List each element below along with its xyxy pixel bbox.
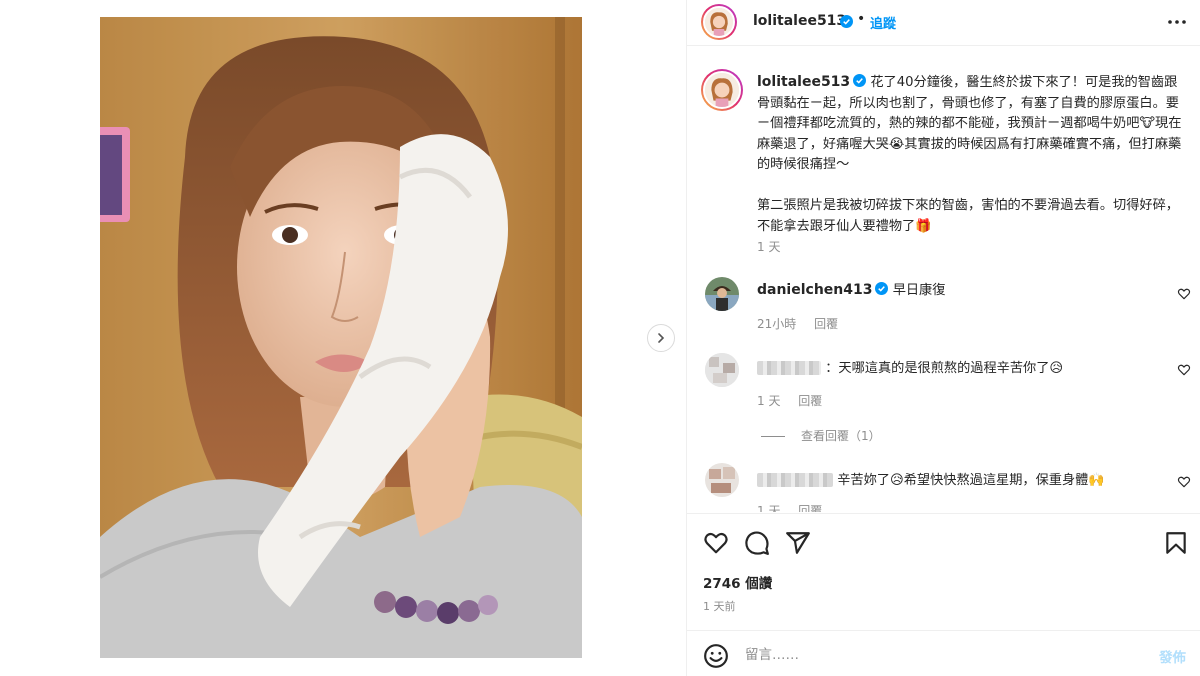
comment-time: 21小時	[757, 317, 797, 331]
share-icon[interactable]	[785, 530, 811, 556]
post-actions: 2746 個讚 1 天前	[687, 513, 1200, 623]
caption-author-avatar[interactable]	[701, 69, 743, 111]
media-area	[0, 0, 686, 676]
comment-like-heart-icon[interactable]	[1177, 363, 1191, 377]
post-timestamp[interactable]: 1 天前	[703, 598, 736, 614]
caption-timestamp: 1 天	[757, 240, 781, 254]
author-username[interactable]: lolitalee513	[753, 13, 846, 29]
post-caption: lolitalee513 花了40分鐘後，醫生終於拔下來了！可是我的智齒跟骨頭黏…	[757, 72, 1185, 237]
comment-meta: 1 天 回覆	[757, 392, 836, 409]
chevron-right-icon	[658, 333, 665, 343]
blurred-username	[757, 473, 833, 487]
comment-time: 1 天	[757, 504, 781, 512]
reply-button[interactable]: 回覆	[798, 394, 822, 408]
add-comment-bar: 發佈	[687, 630, 1200, 676]
follow-button[interactable]: 追蹤	[870, 13, 896, 32]
carousel-next-button[interactable]	[647, 324, 675, 352]
comment-item: ：天哪這真的是很煎熬的過程辛苦你了😥	[757, 357, 1063, 376]
verified-badge-icon	[840, 15, 853, 28]
post-header: lolitalee513 • 追蹤	[687, 0, 1200, 46]
avatar-blurred-icon	[705, 463, 739, 497]
heart-icon[interactable]	[703, 530, 729, 556]
author-avatar[interactable]	[701, 4, 737, 40]
post-photo-image	[100, 17, 582, 658]
avatar-cartoon-icon	[705, 8, 733, 36]
avatar-cartoon-icon	[705, 73, 739, 107]
post-panel: lolitalee513 • 追蹤 lolitalee513 花了40分鐘後，醫…	[686, 0, 1200, 676]
post-photo[interactable]	[100, 17, 582, 658]
view-replies-line	[761, 436, 785, 437]
comment-like-heart-icon[interactable]	[1177, 475, 1191, 489]
post-comment-button[interactable]: 發佈	[1159, 646, 1186, 666]
comment-text: 辛苦妳了😥希望快快熬過這星期，保重身體🙌	[837, 473, 1105, 488]
like-count[interactable]: 2746 個讚	[703, 572, 772, 592]
verified-badge-icon	[875, 282, 889, 295]
commenter-avatar[interactable]	[705, 353, 739, 387]
comment-text: 早日康復	[892, 283, 946, 298]
caption-text: 花了40分鐘後，醫生終於拔下來了！可是我的智齒跟骨頭黏在ㄧ起，所以肉也割了，骨頭…	[757, 75, 1182, 234]
avatar-photo-icon	[705, 277, 739, 311]
comment-icon[interactable]	[744, 530, 770, 556]
commenter-avatar[interactable]	[705, 277, 739, 311]
bookmark-icon[interactable]	[1163, 530, 1189, 556]
comment-meta: 21小時 回覆	[757, 315, 852, 332]
comment-username[interactable]: danielchen413	[757, 282, 872, 298]
comment-item: danielchen413 早日康復	[757, 279, 945, 298]
comment-like-heart-icon[interactable]	[1177, 287, 1191, 301]
comment-item: 辛苦妳了😥希望快快熬過這星期，保重身體🙌	[757, 469, 1105, 488]
separator-dot: •	[857, 11, 866, 27]
comment-input[interactable]	[745, 643, 1125, 667]
avatar-blurred-icon	[705, 353, 739, 387]
caption-username[interactable]: lolitalee513	[757, 74, 850, 90]
reply-button[interactable]: 回覆	[798, 504, 822, 512]
commenter-avatar[interactable]	[705, 463, 739, 497]
comment-time: 1 天	[757, 394, 781, 408]
emoji-icon[interactable]	[703, 643, 729, 669]
reply-button[interactable]: 回覆	[814, 317, 838, 331]
verified-badge-icon	[853, 74, 867, 87]
comments-section[interactable]: lolitalee513 花了40分鐘後，醫生終於拔下來了！可是我的智齒跟骨頭黏…	[687, 47, 1200, 512]
comment-text: ：天哪這真的是很煎熬的過程辛苦你了😥	[825, 361, 1064, 376]
more-icon[interactable]	[1165, 12, 1189, 32]
view-replies-label: 查看回覆（1）	[801, 429, 881, 443]
view-replies-button[interactable]: 查看回覆（1）	[761, 427, 881, 444]
blurred-username	[757, 361, 821, 375]
comment-meta: 1 天 回覆	[757, 502, 836, 512]
